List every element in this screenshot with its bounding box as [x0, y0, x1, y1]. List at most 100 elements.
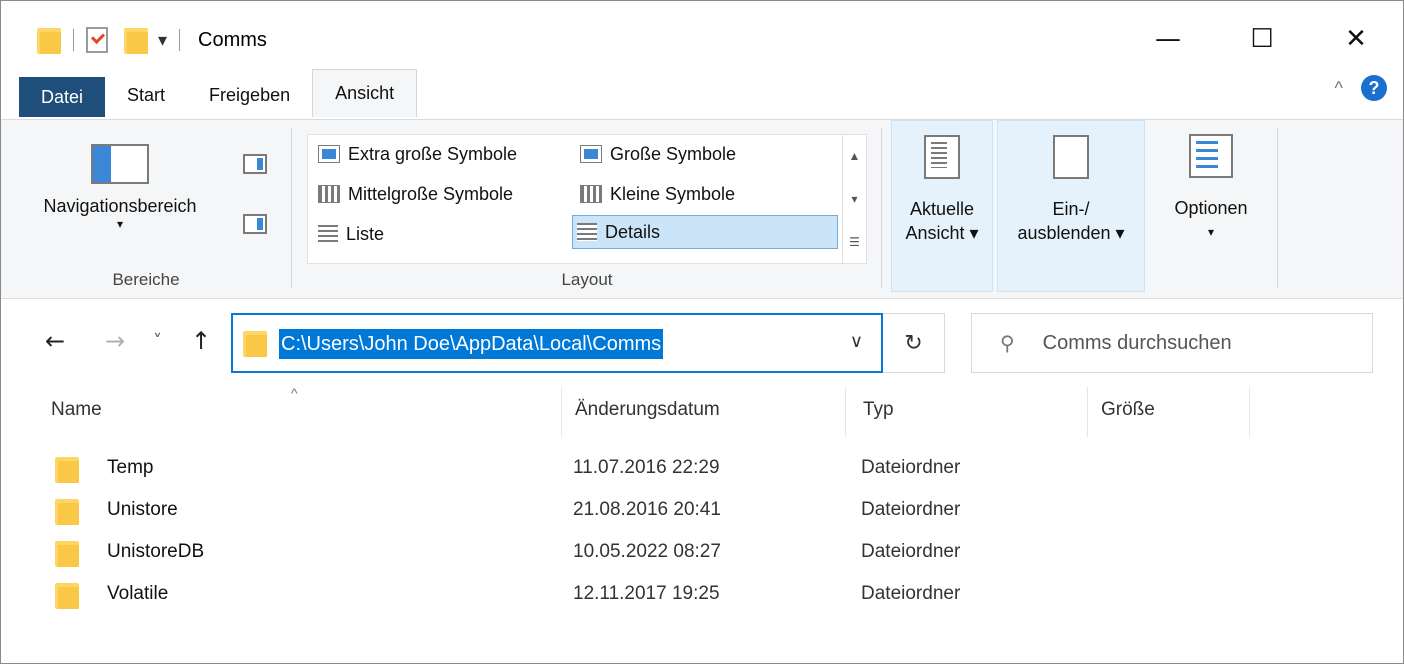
layout-list[interactable]: Liste: [314, 217, 384, 251]
column-header-size[interactable]: Größe: [1101, 399, 1155, 429]
column-header-type[interactable]: Typ: [863, 399, 894, 429]
title-bar: ▾ Comms — ☐ ✕: [1, 1, 1403, 77]
window-controls: — ☐ ✕: [1121, 11, 1403, 67]
qat-separator: [73, 29, 74, 51]
minimize-button[interactable]: —: [1121, 11, 1215, 67]
ribbon: Navigationsbereich ▾ Bereiche Extra groß…: [1, 119, 1403, 299]
search-icon: ⚲: [1000, 332, 1015, 355]
layout-large-icons[interactable]: Große Symbole: [576, 137, 736, 171]
file-name: UnistoreDB: [107, 541, 205, 562]
layout-extra-large-icons[interactable]: Extra große Symbole: [314, 137, 517, 171]
layout-item-label: Mittelgroße Symbole: [348, 183, 514, 204]
scroll-down-icon[interactable]: ▾: [851, 192, 857, 206]
quick-access-toolbar: ▾ Comms: [37, 23, 267, 57]
sort-indicator-icon: ^: [291, 385, 298, 401]
navigation-pane-icon: [91, 144, 149, 184]
column-divider[interactable]: [561, 387, 562, 437]
file-type: Dateiordner: [861, 457, 961, 478]
file-type: Dateiordner: [861, 541, 961, 562]
show-hide-label-2: ausblenden ▾: [1017, 223, 1125, 243]
address-path[interactable]: C:\Users\John Doe\AppData\Local\Comms: [279, 329, 664, 359]
back-arrow-icon[interactable]: ←: [45, 327, 65, 355]
column-divider[interactable]: [1087, 387, 1088, 437]
folder-icon: [37, 26, 61, 54]
list-icon: [318, 225, 338, 243]
column-divider[interactable]: [845, 387, 846, 437]
file-modified: 11.07.2016 22:29: [573, 457, 720, 478]
address-dropdown-icon[interactable]: ∨: [850, 331, 863, 352]
options-icon: [1189, 134, 1233, 178]
gallery-more-icon[interactable]: ☰: [849, 235, 860, 249]
group-separator: [291, 128, 292, 288]
address-row: ← → ˅ ↑ C:\Users\John Doe\AppData\Local\…: [1, 301, 1403, 385]
group-label-bereiche: Bereiche: [112, 270, 180, 289]
help-icon[interactable]: ?: [1361, 75, 1387, 101]
tab-ansicht[interactable]: Ansicht: [312, 69, 418, 117]
details-pane-icon[interactable]: [243, 214, 267, 234]
group-separator: [881, 128, 882, 288]
file-type: Dateiordner: [861, 583, 961, 604]
medium-icons-icon: [318, 185, 340, 203]
layout-item-label: Details: [605, 221, 661, 242]
layout-gallery: Extra große Symbole Große Symbole Mittel…: [307, 134, 867, 264]
table-row[interactable]: Unistore 21.08.2016 20:41 Dateiordner: [53, 495, 1153, 529]
show-hide-icon: [1053, 135, 1089, 179]
new-folder-icon[interactable]: [124, 26, 148, 54]
table-row[interactable]: Temp 11.07.2016 22:29 Dateiordner: [53, 453, 1153, 487]
options-button[interactable]: Optionen ▾: [1147, 120, 1275, 292]
column-header-name[interactable]: Name: [51, 399, 102, 429]
file-name: Temp: [107, 457, 154, 478]
group-separator: [1277, 128, 1278, 288]
folder-icon: [55, 455, 79, 483]
file-modified: 10.05.2022 08:27: [573, 541, 721, 562]
navigation-pane-button[interactable]: Navigationsbereich ▾: [15, 136, 225, 256]
folder-icon: [55, 497, 79, 525]
current-view-label-1: Aktuelle: [909, 199, 975, 219]
search-input[interactable]: ⚲ Comms durchsuchen: [971, 313, 1373, 373]
show-hide-button[interactable]: Ein-/ ausblenden ▾: [997, 120, 1145, 292]
layout-item-label: Liste: [346, 223, 385, 244]
layout-details[interactable]: Details: [572, 215, 838, 249]
column-divider[interactable]: [1249, 387, 1250, 437]
layout-medium-icons[interactable]: Mittelgroße Symbole: [314, 177, 513, 211]
up-arrow-icon[interactable]: ↑: [191, 327, 211, 355]
tab-datei[interactable]: Datei: [19, 77, 106, 117]
scroll-up-icon[interactable]: ▲: [849, 149, 861, 163]
close-button[interactable]: ✕: [1309, 11, 1403, 67]
extra-large-icons-icon: [318, 145, 340, 163]
file-name: Unistore: [107, 499, 178, 520]
details-icon: [577, 223, 597, 241]
layout-small-icons[interactable]: Kleine Symbole: [576, 177, 735, 211]
table-row[interactable]: UnistoreDB 10.05.2022 08:27 Dateiordner: [53, 537, 1153, 571]
collapse-ribbon-icon[interactable]: ^: [1335, 78, 1343, 99]
options-label: Optionen: [1174, 198, 1248, 218]
ribbon-help-area: ^ ?: [1335, 75, 1387, 101]
file-type: Dateiordner: [861, 499, 961, 520]
large-icons-icon: [580, 145, 602, 163]
tab-freigeben[interactable]: Freigeben: [187, 73, 312, 117]
maximize-button[interactable]: ☐: [1215, 11, 1309, 67]
refresh-icon: ↻: [904, 330, 923, 355]
forward-arrow-icon[interactable]: →: [105, 327, 125, 355]
qat-separator: [179, 29, 181, 51]
file-explorer-window: ▾ Comms — ☐ ✕ Datei Start Freigeben Ansi…: [0, 0, 1404, 664]
refresh-button[interactable]: ↻: [883, 313, 945, 373]
address-bar[interactable]: C:\Users\John Doe\AppData\Local\Comms ∨: [231, 313, 883, 373]
navigation-pane-label: Navigationsbereich: [43, 196, 197, 216]
table-row[interactable]: Volatile 12.11.2017 19:25 Dateiordner: [53, 579, 1153, 613]
window-title: Comms: [198, 28, 267, 51]
column-header-modified[interactable]: Änderungsdatum: [575, 399, 720, 429]
layout-item-label: Kleine Symbole: [610, 183, 736, 204]
folder-icon: [55, 581, 79, 609]
preview-pane-icon[interactable]: [243, 154, 267, 174]
layout-item-label: Große Symbole: [610, 143, 737, 164]
current-view-icon: [924, 135, 960, 179]
tab-start[interactable]: Start: [105, 73, 187, 117]
properties-icon[interactable]: [86, 27, 108, 53]
show-hide-label-1: Ein-/: [1052, 199, 1090, 219]
qat-dropdown-icon[interactable]: ▾: [158, 30, 167, 51]
file-modified: 21.08.2016 20:41: [573, 499, 721, 520]
recent-locations-icon[interactable]: ˅: [153, 331, 162, 352]
current-view-button[interactable]: Aktuelle Ansicht ▾: [891, 120, 993, 292]
small-icons-icon: [580, 185, 602, 203]
